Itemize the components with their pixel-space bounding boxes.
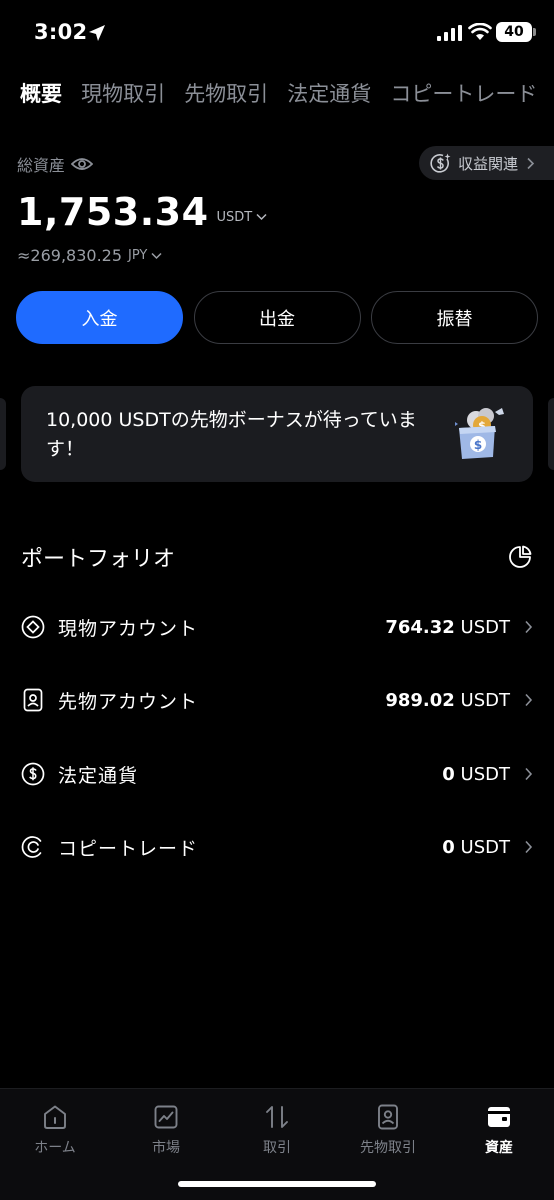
portfolio-row-amount: 0 — [442, 763, 455, 785]
portfolio-row-value: 764.32 USDT — [385, 617, 510, 638]
battery-tip — [533, 28, 536, 36]
nav-label: 先物取引 — [360, 1140, 416, 1156]
action-buttons: 入金 出金 振替 — [16, 291, 538, 344]
portfolio-row-futures[interactable]: 先物アカウント 989.02 USDT — [21, 680, 533, 720]
nav-label: 資産 — [485, 1140, 513, 1156]
portfolio-row-value: 0 USDT — [442, 837, 510, 858]
promo-banner[interactable]: 10,000 USDTの先物ボーナスが待っています！ $ $ — [21, 386, 533, 482]
approx-value-row: ≈269,830.25 JPY — [17, 246, 162, 265]
portfolio-row-unit: USDT — [460, 763, 510, 785]
nav-label: 取引 — [263, 1140, 291, 1156]
earnings-label: 収益関連 — [458, 154, 519, 173]
portfolio-row-value: 989.02 USDT — [385, 690, 510, 711]
status-bar: 3:02 40 — [0, 0, 554, 64]
transfer-button[interactable]: 振替 — [371, 291, 538, 344]
chevron-down-icon[interactable] — [256, 213, 267, 221]
portfolio-row-unit: USDT — [460, 689, 510, 711]
portfolio-row-fiat[interactable]: 法定通貨 0 USDT — [21, 754, 533, 794]
total-assets-label: 総資産 — [17, 156, 66, 175]
market-chart-icon — [154, 1105, 178, 1129]
spot-diamond-icon — [21, 615, 45, 639]
portfolio-row-label: コピートレード — [58, 837, 199, 860]
dollar-sparkle-icon — [430, 153, 451, 173]
promo-banner-text: 10,000 USDTの先物ボーナスが待っています！ — [46, 409, 417, 460]
chevron-right-icon — [525, 620, 533, 634]
portfolio-row-amount: 989.02 — [385, 689, 455, 711]
dollar-circle-icon — [21, 762, 45, 786]
portfolio-row-amount: 764.32 — [385, 616, 455, 638]
deposit-button[interactable]: 入金 — [16, 291, 183, 344]
eye-icon[interactable] — [71, 156, 94, 172]
nav-home[interactable]: ホーム — [5, 1103, 105, 1157]
chevron-right-icon — [525, 693, 533, 707]
top-tabs: 概要 現物取引 先物取引 法定通貨 コピートレード — [20, 78, 554, 112]
withdraw-button[interactable]: 出金 — [193, 291, 361, 344]
portfolio-row-spot[interactable]: 現物アカウント 764.32 USDT — [21, 607, 533, 647]
tab-spot[interactable]: 現物取引 — [81, 78, 165, 110]
tab-fiat[interactable]: 法定通貨 — [287, 78, 371, 110]
chevron-right-icon — [525, 767, 533, 781]
portfolio-row-unit: USDT — [460, 836, 510, 858]
portfolio-row-label: 先物アカウント — [58, 690, 199, 713]
portfolio-row-unit: USDT — [460, 616, 510, 638]
chevron-down-icon[interactable] — [151, 252, 162, 260]
banner-next-peek[interactable] — [548, 398, 554, 470]
nav-label: 市場 — [152, 1140, 180, 1156]
tab-futures[interactable]: 先物取引 — [184, 78, 268, 110]
total-assets-value: 1,753.34 — [17, 190, 209, 234]
nav-assets[interactable]: 資産 — [449, 1103, 549, 1157]
signal-icon — [437, 25, 462, 41]
portfolio-title: ポートフォリオ — [21, 547, 176, 572]
chevron-right-icon — [525, 840, 533, 854]
wallet-icon — [488, 1107, 510, 1127]
wifi-icon — [468, 23, 492, 40]
status-time: 3:02 — [34, 20, 88, 44]
nav-label: ホーム — [34, 1140, 76, 1156]
home-icon — [44, 1105, 66, 1129]
banner-prev-peek[interactable] — [0, 398, 6, 470]
battery-indicator: 40 — [496, 22, 532, 42]
portfolio-row-label: 法定通貨 — [58, 764, 139, 787]
total-value-row: 1,753.34 USDT — [17, 190, 267, 234]
svg-text:$: $ — [474, 438, 482, 452]
total-assets-label-row: 総資産 — [17, 152, 94, 176]
total-assets-unit[interactable]: USDT — [217, 210, 253, 225]
approx-unit[interactable]: JPY — [128, 248, 147, 263]
pie-chart-icon[interactable] — [508, 545, 532, 569]
futures-doc-icon — [23, 688, 43, 712]
bonus-box-icon: $ $ — [455, 408, 504, 459]
home-indicator[interactable] — [178, 1181, 376, 1187]
nav-futures[interactable]: 先物取引 — [338, 1103, 438, 1157]
portfolio-row-amount: 0 — [442, 836, 455, 858]
tab-overview[interactable]: 概要 — [20, 78, 62, 110]
futures-doc-icon — [378, 1104, 398, 1130]
nav-trade[interactable]: 取引 — [227, 1103, 327, 1157]
portfolio-row-copy-trade[interactable]: コピートレード 0 USDT — [21, 827, 533, 867]
portfolio-row-value: 0 USDT — [442, 764, 510, 785]
nav-market[interactable]: 市場 — [116, 1103, 216, 1157]
copy-trade-icon — [21, 836, 42, 858]
location-arrow-icon — [89, 25, 105, 41]
portfolio-row-label: 現物アカウント — [58, 617, 199, 640]
tab-copy-trade[interactable]: コピートレード — [390, 78, 537, 110]
earnings-button[interactable]: 収益関連 — [419, 146, 554, 180]
approx-value: ≈269,830.25 — [17, 246, 123, 265]
chevron-right-icon — [527, 157, 535, 169]
swap-arrows-icon — [266, 1106, 288, 1128]
